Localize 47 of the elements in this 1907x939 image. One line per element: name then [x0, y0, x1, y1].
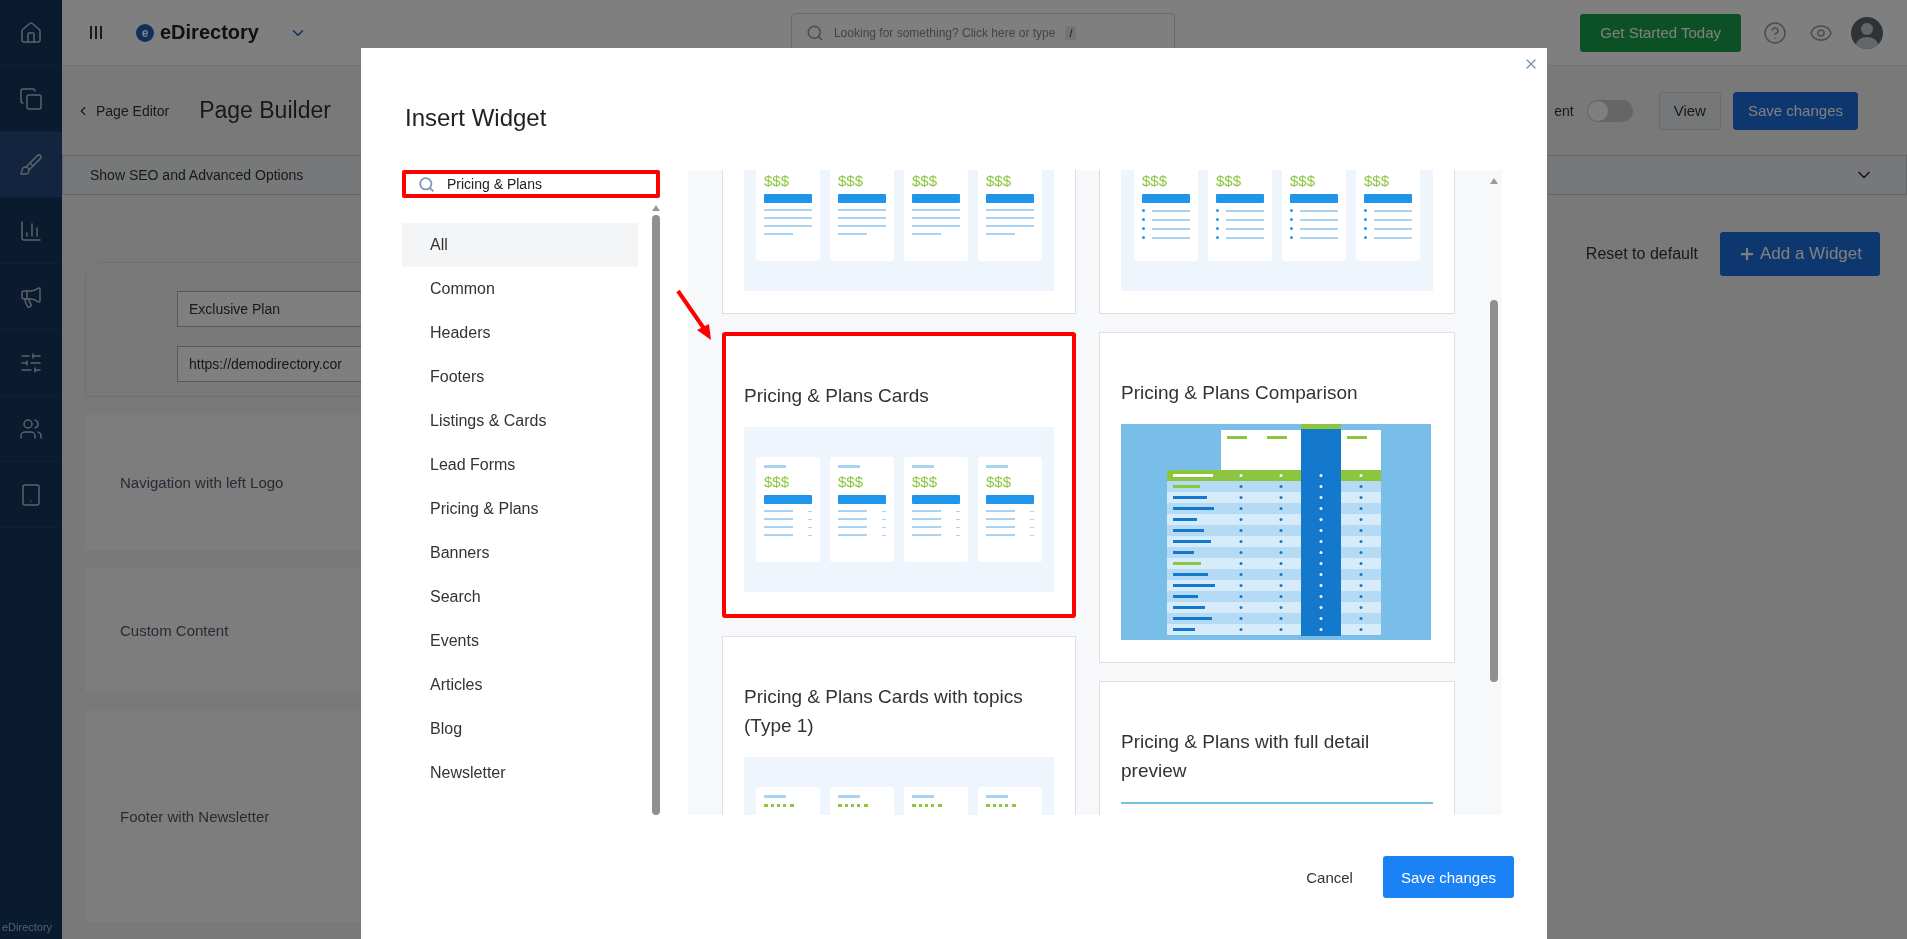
brand-text: eDirectory — [1, 921, 54, 935]
category-item[interactable]: Blog — [402, 707, 638, 751]
price-text: $$$ — [912, 173, 939, 188]
category-item[interactable]: Footers — [402, 355, 638, 399]
category-item[interactable]: All — [402, 223, 638, 267]
view-button[interactable]: View — [1658, 91, 1721, 130]
price-text: $$$ — [838, 173, 865, 188]
dialog-title: Insert Widget — [405, 104, 547, 132]
category-item[interactable]: Search — [402, 575, 638, 619]
price-text: $$$ — [764, 474, 791, 489]
reset-link[interactable]: Reset to default — [1585, 232, 1698, 276]
price-text: $$$ — [1142, 173, 1169, 188]
category-item[interactable]: Listings & Cards — [402, 399, 638, 443]
category-item[interactable]: Articles — [402, 663, 638, 707]
category-item[interactable]: Common — [402, 267, 638, 311]
search-field[interactable]: Pricing & Plans — [402, 170, 660, 198]
logo-name: eDirectory — [160, 21, 259, 44]
price-text: $$$ — [986, 173, 1013, 188]
price-text: $$$ — [764, 173, 791, 188]
category-item[interactable]: Banners — [402, 531, 638, 575]
cancel-button[interactable]: Cancel — [1300, 867, 1359, 887]
widget-card[interactable]: Pricing & Plans with full detail preview — [1099, 681, 1455, 815]
widget-card[interactable]: Pricing & Plans Cards $$$ $$$ $$$ $$$ — [722, 332, 1076, 618]
price-text: $$$ — [1364, 173, 1391, 188]
widget-title: Pricing & Plans with full detail preview — [1121, 730, 1371, 783]
price-text: $$$ — [1216, 173, 1243, 188]
category-item[interactable]: Newsletter — [402, 751, 638, 795]
widget-card[interactable]: Pricing & Plans Cards with topics (Type 1) — [722, 636, 1076, 815]
widget-title: Pricing & Plans Comparison — [1121, 381, 1359, 405]
widget-card[interactable]: Pricing & Plans Comparison — [1099, 332, 1455, 663]
widget-title: Pricing & Plans Cards — [744, 384, 930, 408]
price-text: $$$ — [986, 474, 1013, 489]
back-link[interactable]: Page Editor — [76, 102, 170, 119]
toggle-label: ent — [1554, 102, 1574, 119]
page-title: Page Builder — [199, 97, 331, 124]
category-item[interactable]: Lead Forms — [402, 443, 638, 487]
category-item[interactable]: Headers — [402, 311, 638, 355]
price-text: $$$ — [1290, 173, 1317, 188]
category-item[interactable]: Events — [402, 619, 638, 663]
category-item[interactable]: Pricing & Plans — [402, 487, 638, 531]
save-button[interactable]: Save changes — [1382, 856, 1514, 898]
seo-options-label: Show SEO and Advanced Options — [90, 167, 304, 183]
price-text: $$$ — [912, 474, 939, 489]
price-text: $$$ — [838, 474, 865, 489]
logo-mark: e — [136, 23, 154, 42]
widget-title: Pricing & Plans Cards with topics (Type 1) — [744, 685, 1024, 738]
shortcut-key: / — [1065, 25, 1077, 40]
